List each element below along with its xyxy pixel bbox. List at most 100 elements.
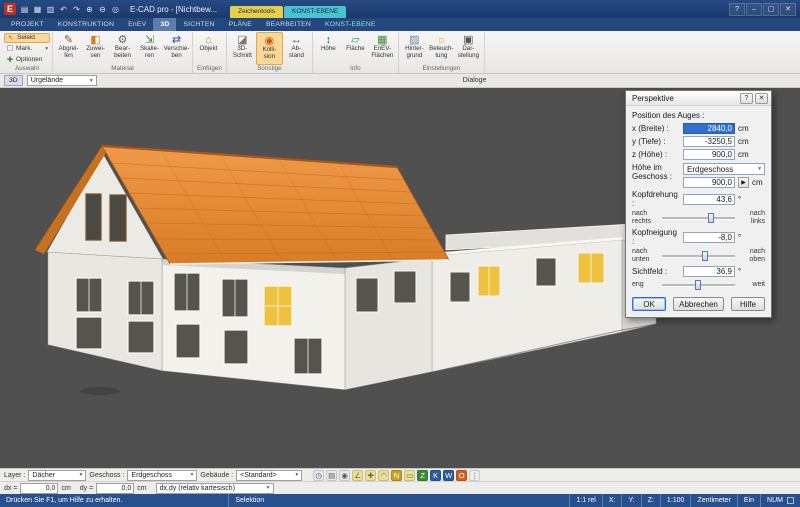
undo-icon[interactable]: ↶ — [58, 4, 69, 15]
spin-button[interactable]: ▶ — [738, 177, 749, 188]
dialog-title-bar[interactable]: Perspektive ? ✕ — [626, 91, 771, 106]
y-input[interactable]: -3250,5 — [683, 136, 735, 147]
angle-icon[interactable]: ∠ — [352, 470, 363, 481]
app-z-icon[interactable]: Z — [417, 470, 428, 481]
redo-icon[interactable]: ↷ — [71, 4, 82, 15]
save-icon[interactable]: ▦ — [32, 4, 43, 15]
zoom-in-icon[interactable]: ⊕ — [84, 4, 95, 15]
verschieben-button[interactable]: ⇄ Verschie- ben — [163, 32, 190, 65]
abgreifen-button[interactable]: ✎ Abgrei- fen — [55, 32, 82, 65]
dx-input[interactable]: 0,0 — [20, 483, 58, 494]
group-einstellungen: ▨ Hinter- grund ☼ Beleuch- tung ▣ Dar- s… — [399, 32, 485, 73]
schnitt-3d-button[interactable]: ◪ 3D- Schnitt — [229, 32, 256, 65]
close-button[interactable]: ✕ — [780, 3, 796, 16]
ground-shadow — [80, 387, 120, 395]
tab-enev[interactable]: EnEV — [121, 18, 153, 31]
kopfneigung-input[interactable]: -8,0 — [683, 232, 735, 243]
print-icon[interactable]: ▥ — [45, 4, 56, 15]
ruler-icon[interactable]: ▭ — [404, 470, 415, 481]
viewport-3d[interactable]: Perspektive ? ✕ Position des Auges : x (… — [0, 88, 800, 468]
kopfdrehung-input[interactable]: 43,6 — [683, 194, 735, 205]
kopfdrehung-slider[interactable] — [660, 212, 737, 224]
kollision-button[interactable]: ◉ Kolli- sion — [256, 32, 283, 65]
selekt-button[interactable]: ↖ Selekt — [4, 33, 50, 43]
kopfneigung-left-label: nach unten — [632, 248, 658, 263]
minimize-button[interactable]: – — [746, 3, 762, 16]
slider-thumb[interactable] — [708, 213, 714, 223]
marquee-icon: ☐ — [6, 44, 14, 53]
beleuchtung-button[interactable]: ☼ Beleuch- tung — [428, 32, 455, 65]
app-logo-icon[interactable]: E — [4, 3, 16, 15]
objekt-button[interactable]: ⌂ Objekt — [195, 32, 222, 65]
help-button[interactable]: ? — [729, 3, 745, 16]
dy-input[interactable]: 0,0 — [96, 483, 134, 494]
tab-bearbeiten[interactable]: BEARBEITEN — [259, 18, 318, 31]
print-icon[interactable]: ▤ — [326, 470, 337, 481]
status-scale[interactable]: 1:100 — [660, 494, 691, 507]
slider-thumb[interactable] — [695, 280, 701, 290]
window-title: E-CAD pro - [Nichtbew... — [130, 5, 217, 14]
hintergrund-button[interactable]: ▨ Hinter- grund — [401, 32, 428, 65]
tab-3d[interactable]: 3D — [153, 18, 176, 31]
abbrechen-button[interactable]: Abbrechen — [673, 297, 724, 311]
group-label-info: Info — [315, 65, 396, 73]
chevron-down-icon: ▾ — [191, 472, 194, 478]
sichtfeld-slider[interactable] — [660, 279, 737, 291]
dialoge-button[interactable]: Dialoge — [457, 75, 493, 86]
x-unit: cm — [738, 124, 765, 133]
context-tab-zeichentools[interactable]: Zeichentools — [230, 6, 283, 18]
coord-mode-value: dx,dy (relativ kartesisch) — [160, 485, 235, 492]
x-input[interactable]: 2840,0 — [683, 123, 735, 134]
geschoss-select[interactable]: Erdgeschoss ▾ — [683, 163, 765, 175]
camera-icon[interactable]: ◉ — [339, 470, 350, 481]
dialog-help-button[interactable]: ? — [740, 93, 753, 104]
extension-window — [536, 258, 556, 286]
group-info: ↕ Höhe ▱ Fläche ▦ EnEV- Flächen Info — [313, 32, 399, 73]
app-o-icon[interactable]: O — [456, 470, 467, 481]
tab-sichten[interactable]: SICHTEN — [176, 18, 221, 31]
skalieren-button[interactable]: ⇲ Skalie- ren — [136, 32, 163, 65]
flaeche-button[interactable]: ▱ Fläche — [342, 32, 369, 65]
tab-projekt[interactable]: PROJEKT — [4, 18, 51, 31]
gebaeude-select[interactable]: <Standard> ▾ — [236, 470, 302, 481]
context-tab-konst-ebene[interactable]: KONST-EBENE — [284, 6, 346, 18]
layer-select[interactable]: Dächer ▾ — [28, 470, 86, 481]
view-mode-chip[interactable]: 3D — [4, 75, 23, 86]
maximize-button[interactable]: ▢ — [763, 3, 779, 16]
z-input[interactable]: 900,0 — [683, 149, 735, 160]
ok-button[interactable]: OK — [632, 297, 666, 311]
geschoss-select-bottom[interactable]: Erdgeschoss ▾ — [127, 470, 197, 481]
clock-icon[interactable]: ◷ — [313, 470, 324, 481]
zoom-fit-icon[interactable]: ◎ — [110, 4, 121, 15]
coord-mode-select[interactable]: dx,dy (relativ kartesisch) ▾ — [156, 483, 274, 494]
abstand-button[interactable]: ↔ Ab- stand — [283, 32, 310, 65]
status-unit[interactable]: Zentimeter — [690, 494, 736, 507]
more-icon[interactable]: ⋮ — [469, 470, 480, 481]
hilfe-button[interactable]: Hilfe — [731, 297, 765, 311]
menu-icon[interactable]: ▤ — [19, 4, 30, 15]
app-w-icon[interactable]: W — [443, 470, 454, 481]
tab-konst-ebene[interactable]: KONST-EBENE — [318, 18, 383, 31]
sichtfeld-input[interactable]: 36,9 — [683, 266, 735, 277]
hoehe-button[interactable]: ↕ Höhe — [315, 32, 342, 65]
hoehe-input[interactable]: 900,0 — [683, 177, 735, 188]
tab-konstruktion[interactable]: KONSTRUKTION — [51, 18, 121, 31]
protractor-icon[interactable]: ◠ — [378, 470, 389, 481]
app-k-icon[interactable]: K — [430, 470, 441, 481]
enev-flaechen-button[interactable]: ▦ EnEV- Flächen — [369, 32, 396, 65]
bearbeiten-button[interactable]: ⚙ Bear- beiten — [109, 32, 136, 65]
zuweisen-button[interactable]: ◧ Zuwei- sen — [82, 32, 109, 65]
kopfneigung-slider[interactable] — [660, 250, 737, 262]
darstellung-button[interactable]: ▣ Dar- stellung — [455, 32, 482, 65]
status-ein[interactable]: Ein — [737, 494, 760, 507]
slider-thumb[interactable] — [702, 251, 708, 261]
terrain-select[interactable]: Urgelände ▾ — [27, 75, 97, 86]
compass-icon[interactable]: ✚ — [365, 470, 376, 481]
zoom-out-icon[interactable]: ⊖ — [97, 4, 108, 15]
optionen-button[interactable]: ✚ Optionen — [4, 55, 50, 65]
mark-label: Mark. — [16, 45, 32, 52]
tab-plaene[interactable]: PLÄNE — [222, 18, 259, 31]
north-arrow-icon[interactable]: N — [391, 470, 402, 481]
mark-button[interactable]: ☐ Mark. ▾ — [4, 44, 50, 54]
dialog-close-button[interactable]: ✕ — [755, 93, 768, 104]
